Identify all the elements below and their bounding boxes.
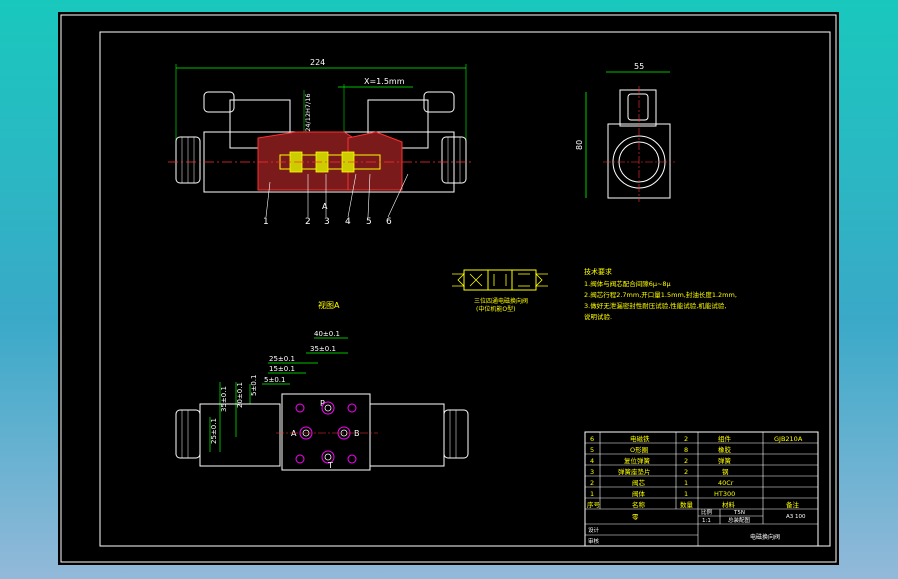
title-name-row: 零 (632, 513, 639, 521)
tech-req-line-1: 1.阀体与阀芯配合间隙6μ~8μ (584, 279, 671, 288)
dim-55: 55 (634, 62, 644, 71)
dim-v-35: 35±0.1 (220, 386, 228, 412)
tech-req-line-2: 2.阀芯行程2.7mm,开口量1.5mm,封油长度1.2mm, (584, 290, 737, 299)
bom-header-no: 序号 (587, 500, 601, 509)
balloon-5: 5 (366, 217, 372, 227)
balloon-4: 4 (345, 217, 351, 227)
bom-header-name: 名称 (632, 500, 646, 509)
port-a: A (291, 429, 297, 438)
dim-h-40: 40±0.1 (314, 330, 340, 338)
balloon-2: 2 (305, 217, 311, 227)
inner-border (99, 31, 831, 547)
title-scale-label: 比例 (701, 508, 713, 516)
tech-req-line-3: 3.做好无泄漏密封性耐压试验,性能试验,机能试验, (584, 301, 726, 310)
bom-header-note: 备注 (786, 500, 800, 509)
bom-mat-6: 组件 (718, 434, 732, 443)
port-t: T (327, 461, 333, 470)
section-label-a: A (322, 202, 328, 211)
bom-name-5: O形圈 (630, 446, 648, 454)
dim-v-25: 25±0.1 (210, 418, 218, 444)
bom-qty-5: 8 (684, 446, 688, 454)
dim-h-5: 5±0.1 (264, 376, 285, 384)
bom-qty-1: 1 (684, 490, 688, 498)
bottom-view: 视图A 40±0.1 35±0.1 25±0.1 15±0.1 5±0.1 35… (175, 300, 469, 471)
tech-req-line-4: 说明试验. (584, 312, 612, 321)
dim-h-15: 15±0.1 (269, 365, 295, 373)
bom-name-3: 弹簧座垫片 (618, 467, 651, 476)
front-view: 224 X=1.5mm φ24/12H7/16 1 2 3 4 5 6 A (168, 58, 472, 227)
port-b: B (354, 429, 360, 438)
bom-qty-4: 2 (684, 457, 688, 465)
symbol-caption-1: 三位四通电磁换向阀 (474, 297, 528, 305)
bom-header-qty: 数量 (680, 500, 694, 509)
cad-drawing: 224 X=1.5mm φ24/12H7/16 1 2 3 4 5 6 A 55… (60, 14, 837, 563)
tech-requirements: 技术要求 1.阀体与阀芯配合间隙6μ~8μ 2.阀芯行程2.7mm,开口量1.5… (584, 267, 737, 321)
title-scale-value: 1:1 (702, 518, 711, 524)
title-assembly: 总装配图 (728, 516, 751, 524)
balloon-1: 1 (263, 217, 269, 227)
balloon-3: 3 (324, 217, 330, 227)
bom-header-material: 材料 (722, 500, 736, 509)
dim-h-25: 25±0.1 (269, 355, 295, 363)
bom-name-2: 阀芯 (632, 478, 646, 487)
bom-mat-5: 橡胶 (718, 445, 732, 454)
dim-v-5: 5±0.1 (250, 375, 258, 396)
dim-80: 80 (575, 140, 584, 150)
bom-no-5: 5 (590, 446, 594, 454)
port-p: P (320, 399, 325, 408)
bom-name-4: 复位弹簧 (624, 456, 651, 465)
bom-mat-4: 弹簧 (718, 456, 732, 465)
bom-no-6: 6 (590, 435, 594, 443)
bom-name-6: 电磁铁 (630, 434, 650, 443)
title-drawing-no: 电磁换向阀 (750, 533, 780, 541)
title-block: 6 电磁铁 2 组件 GJB210A 5 O形圈 8 橡胶 4 复位弹簧 2 弹… (584, 431, 819, 547)
bom-qty-6: 2 (684, 435, 688, 443)
dim-h-35: 35±0.1 (310, 345, 336, 353)
bom-no-3: 3 (590, 468, 594, 476)
bom-note-6: GJB210A (774, 435, 803, 443)
bom-mat-3: 钢 (722, 468, 729, 476)
side-view: 55 80 (575, 62, 675, 202)
bom-name-1: 阀体 (632, 489, 646, 498)
title-designer: 设计 (588, 526, 600, 534)
bom-no-4: 4 (590, 457, 594, 465)
bom-no-1: 1 (590, 490, 594, 498)
title-mass: T5N (733, 510, 745, 516)
drawing-sheet: 224 X=1.5mm φ24/12H7/16 1 2 3 4 5 6 A 55… (58, 12, 839, 565)
tech-req-title: 技术要求 (584, 267, 612, 276)
balloon-6: 6 (386, 217, 392, 227)
bom-mat-1: HT300 (714, 490, 735, 498)
dim-stroke: X=1.5mm (364, 77, 405, 86)
bom-qty-2: 1 (684, 479, 688, 487)
hydraulic-symbol: 三位四通电磁换向阀 (中位机能O型) (452, 269, 548, 313)
view-a-title: 视图A (318, 300, 340, 310)
dim-224: 224 (310, 58, 325, 67)
symbol-caption-2: (中位机能O型) (476, 305, 515, 313)
bom-no-2: 2 (590, 479, 594, 487)
title-code: A3 100 (786, 514, 806, 520)
title-checker: 审核 (588, 537, 600, 545)
bom-qty-3: 2 (684, 468, 688, 476)
bom-mat-2: 40Cr (718, 479, 734, 487)
dim-slot: φ24/12H7/16 (304, 93, 312, 136)
